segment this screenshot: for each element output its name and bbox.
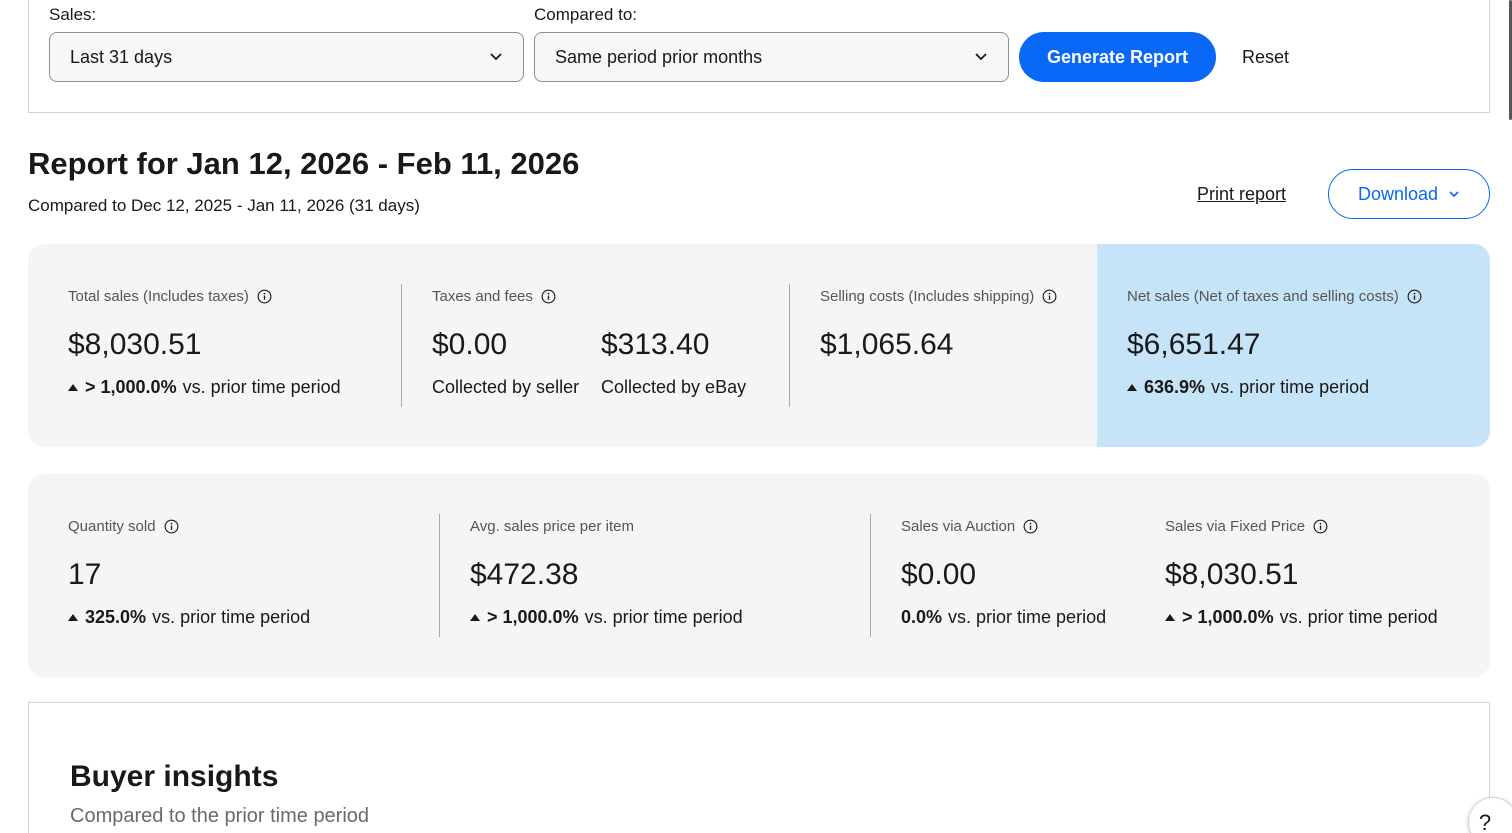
taxes-seller-value: $0.00: [432, 328, 508, 361]
fixed-price-sales-label-text: Sales via Fixed Price: [1165, 518, 1306, 535]
download-button[interactable]: Download: [1328, 169, 1490, 219]
filter-panel: Sales: Last 31 days Compared to: Same pe…: [28, 0, 1490, 113]
auction-sales-label: Sales via Auction: [901, 518, 1038, 535]
sales-period-value: Last 31 days: [70, 46, 173, 67]
info-icon[interactable]: [1042, 289, 1057, 304]
compared-label: Compared to:: [534, 5, 637, 24]
net-sales-delta-text: vs. prior time period: [1211, 377, 1370, 397]
selling-costs-value: $1,065.64: [820, 328, 954, 361]
summary-card: Total sales (Includes taxes) $8,030.51 >…: [28, 244, 1490, 447]
reset-button[interactable]: Reset: [1242, 47, 1289, 68]
net-sales-label: Net sales (Net of taxes and selling cost…: [1127, 288, 1422, 305]
buyer-insights-subtitle: Compared to the prior time period: [70, 805, 370, 827]
taxes-fees-label: Taxes and fees: [432, 288, 556, 305]
sales-label: Sales:: [49, 5, 97, 24]
report-comparison-range: Compared to Dec 12, 2025 - Jan 11, 2026 …: [28, 196, 420, 215]
auction-sales-delta-text: vs. prior time period: [948, 607, 1107, 627]
divider: [789, 284, 790, 407]
net-sales-value: $6,651.47: [1127, 328, 1261, 361]
trend-up-icon: [1165, 614, 1175, 621]
divider: [401, 284, 402, 407]
trend-up-icon: [1127, 384, 1137, 391]
auction-sales-delta: 0.0% vs. prior time period: [901, 607, 1106, 628]
generate-report-button[interactable]: Generate Report: [1019, 32, 1216, 82]
quantity-sold-delta-value: 325.0%: [85, 607, 147, 627]
taxes-seller-label: Collected by seller: [432, 377, 580, 397]
quantity-sold-value: 17: [68, 558, 102, 591]
compared-period-value: Same period prior months: [555, 46, 763, 67]
fixed-price-sales-value: $8,030.51: [1165, 558, 1299, 591]
quantity-sold-delta: 325.0% vs. prior time period: [68, 607, 310, 628]
total-sales-delta: > 1,000.0% vs. prior time period: [68, 377, 341, 398]
total-sales-value: $8,030.51: [68, 328, 202, 361]
print-report-link[interactable]: Print report: [1197, 184, 1286, 205]
net-sales-delta-value: 636.9%: [1144, 377, 1206, 397]
taxes-fees-label-text: Taxes and fees: [432, 288, 533, 305]
auction-sales-label-text: Sales via Auction: [901, 518, 1016, 535]
total-sales-label: Total sales (Includes taxes): [68, 288, 272, 305]
compared-period-select[interactable]: Same period prior months: [534, 32, 1009, 82]
fixed-price-sales-delta: > 1,000.0% vs. prior time period: [1165, 607, 1438, 628]
chevron-down-icon: [1449, 191, 1459, 198]
chevron-down-icon: [975, 53, 987, 61]
avg-price-label: Avg. sales price per item: [470, 518, 634, 535]
net-sales-delta: 636.9% vs. prior time period: [1127, 377, 1369, 398]
selling-costs-label: Selling costs (Includes shipping): [820, 288, 1057, 305]
buyer-insights-title: Buyer insights: [70, 760, 279, 793]
trend-up-icon: [68, 384, 78, 391]
avg-price-delta-text: vs. prior time period: [584, 607, 743, 627]
quantity-sold-label-text: Quantity sold: [68, 518, 156, 535]
details-card: Quantity sold 17 325.0% vs. prior time p…: [28, 474, 1490, 677]
avg-price-delta-value: > 1,000.0%: [487, 607, 579, 627]
info-icon[interactable]: [257, 289, 272, 304]
quantity-sold-label: Quantity sold: [68, 518, 179, 535]
quantity-sold-delta-text: vs. prior time period: [152, 607, 311, 627]
info-icon[interactable]: [541, 289, 556, 304]
trend-up-icon: [68, 614, 78, 621]
net-sales-label-text: Net sales (Net of taxes and selling cost…: [1127, 288, 1399, 305]
selling-costs-label-text: Selling costs (Includes shipping): [820, 288, 1035, 305]
info-icon[interactable]: [1313, 519, 1328, 534]
fixed-price-sales-label: Sales via Fixed Price: [1165, 518, 1328, 535]
total-sales-delta-text: vs. prior time period: [182, 377, 341, 397]
chevron-down-icon: [490, 53, 502, 61]
download-label: Download: [1357, 183, 1439, 204]
page-scrollbar[interactable]: [1504, 0, 1512, 833]
buyer-insights-section: Buyer insights Compared to the prior tim…: [28, 702, 1490, 833]
info-icon[interactable]: [1023, 519, 1038, 534]
total-sales-delta-value: > 1,000.0%: [85, 377, 177, 397]
sales-period-select[interactable]: Last 31 days: [49, 32, 524, 82]
info-icon[interactable]: [1407, 289, 1422, 304]
report-title: Report for Jan 12, 2026 - Feb 11, 2026: [28, 146, 580, 181]
avg-price-delta: > 1,000.0% vs. prior time period: [470, 607, 743, 628]
auction-sales-value: $0.00: [901, 558, 977, 591]
avg-price-value: $472.38: [470, 558, 579, 591]
taxes-ebay-label: Collected by eBay: [601, 377, 747, 397]
trend-up-icon: [470, 614, 480, 621]
total-sales-label-text: Total sales (Includes taxes): [68, 288, 249, 305]
fixed-price-sales-delta-text: vs. prior time period: [1279, 607, 1438, 627]
divider: [439, 514, 440, 637]
avg-price-label-text: Avg. sales price per item: [470, 518, 634, 535]
auction-sales-delta-value: 0.0%: [901, 607, 943, 627]
taxes-ebay-value: $313.40: [601, 328, 710, 361]
info-icon[interactable]: [164, 519, 179, 534]
fixed-price-sales-delta-value: > 1,000.0%: [1182, 607, 1274, 627]
divider: [870, 514, 871, 637]
